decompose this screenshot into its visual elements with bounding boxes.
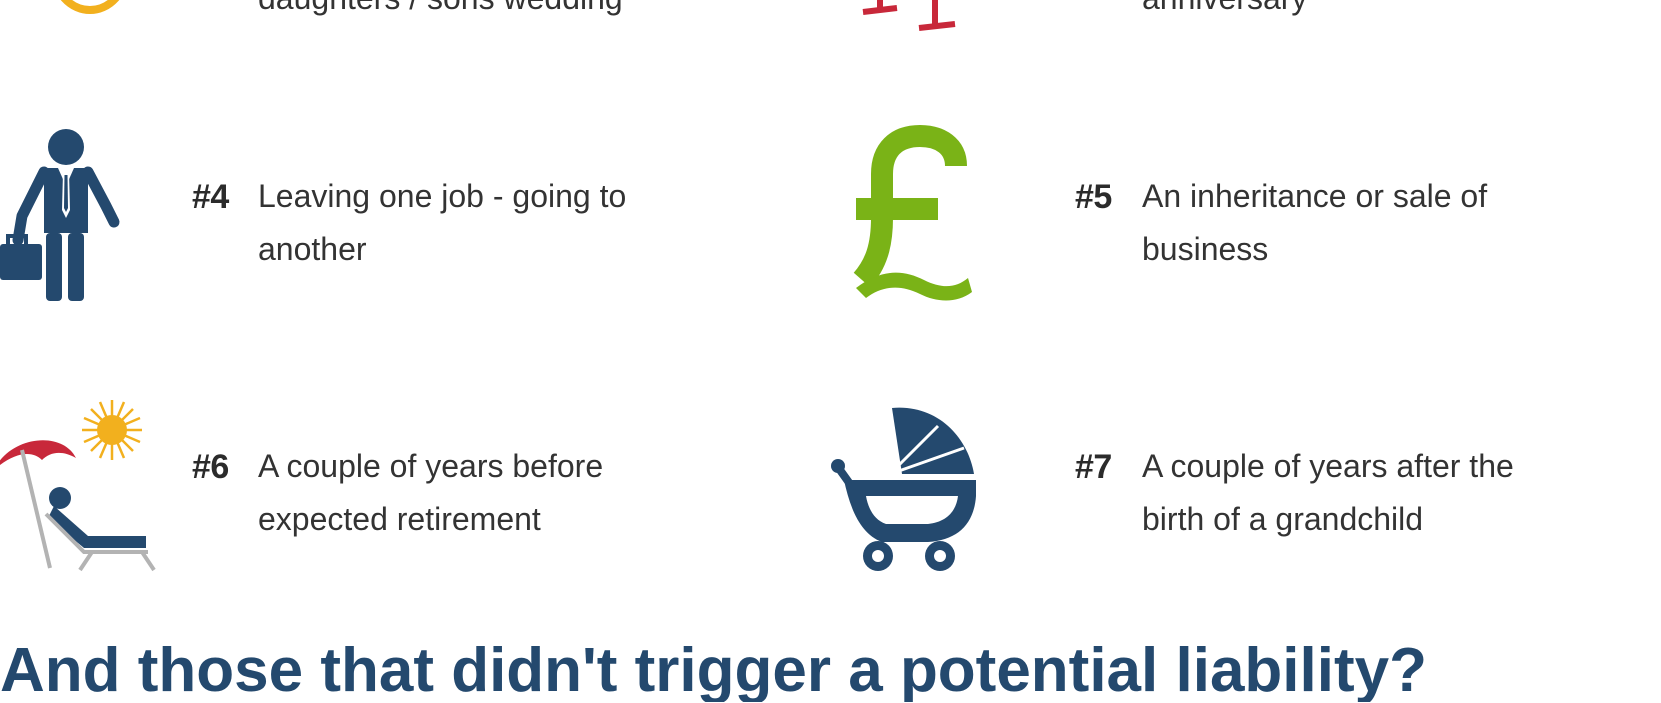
item-text: A couple of years after the birth of a g… <box>1142 440 1661 546</box>
item-text-line: A couple of years after the <box>1142 448 1514 484</box>
item-text-line: Leaving one job - going to <box>258 178 627 214</box>
item-number: #6 <box>192 448 229 486</box>
item-text-line: business <box>1142 231 1269 267</box>
item-number: #4 <box>192 178 229 216</box>
item-text-line: birth of a grandchild <box>1142 501 1424 537</box>
item-number: #7 <box>1075 448 1112 486</box>
item-number: #5 <box>1075 178 1112 216</box>
pram-icon <box>831 407 976 571</box>
item-text: Leaving one job - going to another <box>258 170 728 276</box>
champagne-glasses-icon <box>862 0 956 31</box>
beach-lounger-icon <box>0 400 156 572</box>
item-text-line: A couple of years before <box>258 448 604 484</box>
section-heading: And those that didn't trigger a potentia… <box>0 640 1427 702</box>
top-right-text: anniversary <box>1142 0 1307 17</box>
item-text-line: another <box>258 231 367 267</box>
businessman-icon <box>0 129 120 301</box>
item-text-line: An inheritance or sale of <box>1142 178 1488 214</box>
item-text: An inheritance or sale of business <box>1142 170 1652 276</box>
item-text-line: expected retirement <box>258 501 541 537</box>
item-text: A couple of years before expected retire… <box>258 440 728 546</box>
ring-icon <box>60 0 120 14</box>
top-left-text: daughters / sons wedding <box>258 0 623 17</box>
pound-sign-icon <box>853 124 972 301</box>
